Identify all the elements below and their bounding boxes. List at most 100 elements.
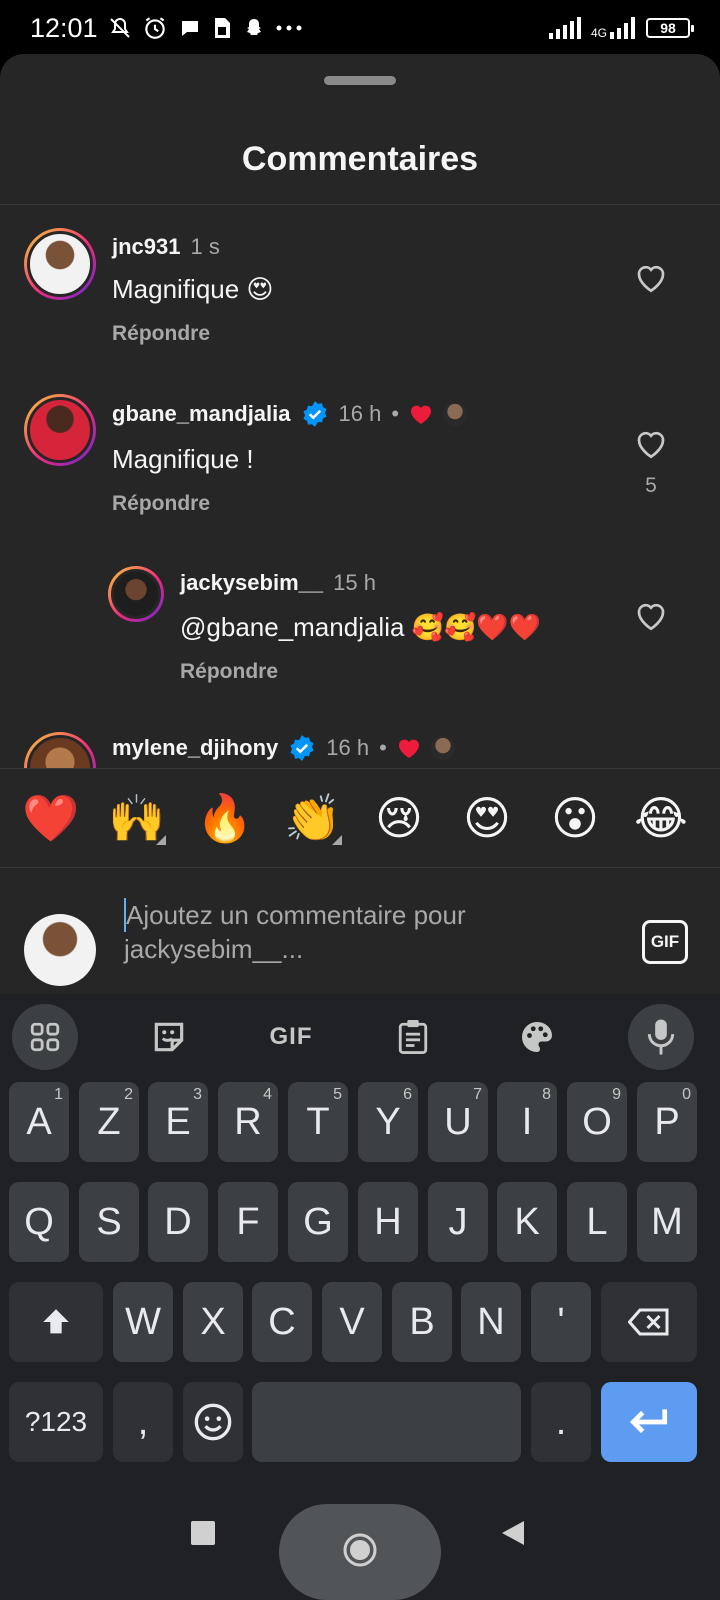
reply-button[interactable]: Répondre — [112, 492, 210, 516]
key-h[interactable]: H — [358, 1182, 418, 1262]
gif-keyboard-button[interactable]: GIF — [258, 1004, 324, 1070]
comment-text: Magnifique ! — [112, 444, 254, 474]
backspace-key[interactable] — [601, 1282, 697, 1362]
separator-dot: • — [391, 401, 400, 426]
key-u[interactable]: U7 — [428, 1082, 488, 1162]
avatar[interactable] — [108, 566, 164, 622]
comment-username[interactable]: gbane_mandjalia — [112, 401, 291, 427]
apps-icon[interactable] — [12, 1004, 78, 1070]
key-d[interactable]: D — [148, 1182, 208, 1262]
reply-button[interactable]: Répondre — [180, 660, 278, 684]
key-hint: 8 — [542, 1086, 551, 1103]
key-c[interactable]: C — [252, 1282, 312, 1362]
comment-list[interactable]: jnc931 1 s Magnifique 😍 Répondre gbane_m… — [0, 206, 720, 804]
period-key[interactable]: . — [531, 1382, 591, 1462]
key-a[interactable]: A1 — [9, 1082, 69, 1162]
home-button[interactable] — [279, 1504, 441, 1600]
shift-key[interactable] — [9, 1282, 103, 1362]
space-key[interactable] — [252, 1382, 521, 1462]
key-b[interactable]: B — [392, 1282, 452, 1362]
key-f[interactable]: F — [218, 1182, 278, 1262]
chat-bubble-icon — [181, 21, 198, 36]
emoji-raised-hands-button[interactable]: 🙌 — [102, 769, 172, 867]
verified-badge-icon — [302, 401, 327, 427]
screen: 12:01 4G 98 Commentaires jnc931 1 s Magn… — [0, 0, 720, 1600]
sheet-drag-handle[interactable] — [324, 76, 396, 85]
key-t[interactable]: T5 — [288, 1082, 348, 1162]
enter-key[interactable] — [601, 1382, 697, 1462]
key-r[interactable]: R4 — [218, 1082, 278, 1162]
key-e[interactable]: E3 — [148, 1082, 208, 1162]
comment-username[interactable]: jackysebim__ — [180, 570, 323, 596]
key-label: Y — [375, 1100, 401, 1143]
emoji-clap-button[interactable]: 👏 — [278, 769, 348, 867]
key-n[interactable]: N — [461, 1282, 521, 1362]
reply-button[interactable]: Répondre — [112, 322, 210, 346]
key-x[interactable]: X — [183, 1282, 243, 1362]
back-button[interactable] — [488, 1508, 538, 1558]
key-j[interactable]: J — [428, 1182, 488, 1262]
key-s[interactable]: S — [79, 1182, 139, 1262]
key-label: E — [165, 1100, 191, 1143]
key-hint: 0 — [682, 1086, 691, 1103]
shift-icon — [43, 1309, 69, 1334]
mic-icon[interactable] — [628, 1004, 694, 1070]
palette-icon[interactable] — [504, 1004, 570, 1070]
key-l[interactable]: L — [567, 1182, 627, 1262]
key-hint: 5 — [333, 1086, 342, 1103]
backspace-icon — [628, 1308, 669, 1336]
comment-time: 16 h — [338, 401, 382, 426]
key-o[interactable]: O9 — [567, 1082, 627, 1162]
comment-input[interactable]: Ajoutez un commentaire pour jackysebim__… — [124, 898, 604, 966]
clipboard-icon[interactable] — [380, 1004, 446, 1070]
key-v[interactable]: V — [322, 1282, 382, 1362]
symbols-key[interactable]: ?123 — [9, 1382, 103, 1462]
sticker-icon[interactable] — [136, 1004, 202, 1070]
own-avatar — [24, 914, 96, 986]
creator-liked-heart-icon — [411, 405, 432, 424]
recents-button[interactable] — [178, 1508, 228, 1558]
key-label: I — [521, 1100, 533, 1143]
key-m[interactable]: M — [637, 1182, 697, 1262]
key-apostrophe[interactable]: ' — [531, 1282, 591, 1362]
network-type: 4G — [590, 26, 607, 40]
battery-icon: 98 — [646, 18, 694, 38]
key-hint: 9 — [612, 1086, 621, 1103]
comment-text: Magnifique 😍 — [112, 274, 274, 304]
comment-text: @gbane_mandjalia 🥰🥰❤️❤️ — [180, 612, 542, 642]
emoji-surprised-button[interactable]: 😮 — [540, 769, 610, 867]
emoji-heart-eyes-button[interactable]: 😍 — [452, 769, 522, 867]
comment-header: gbane_mandjalia 16 h • — [112, 400, 468, 428]
key-i[interactable]: I8 — [497, 1082, 557, 1162]
key-g[interactable]: G — [288, 1182, 348, 1262]
key-q[interactable]: Q — [9, 1182, 69, 1262]
separator-dot: • — [379, 735, 387, 760]
square-icon — [191, 1521, 215, 1545]
emoji-fire-button[interactable]: 🔥 — [190, 769, 260, 867]
key-hint: 2 — [124, 1086, 133, 1103]
avatar[interactable] — [24, 394, 96, 466]
comment-header: jnc931 1 s — [112, 234, 220, 260]
comment-username[interactable]: jnc931 — [112, 234, 181, 260]
emoji-heart-button[interactable]: ❤️ — [16, 769, 86, 867]
gif-button[interactable]: GIF — [642, 920, 688, 964]
creator-avatar-mini — [430, 736, 455, 760]
emoji-crying-button[interactable]: 😢 — [364, 769, 434, 867]
emoji-laughing-button[interactable]: 😂 — [626, 769, 696, 867]
key-k[interactable]: K — [497, 1182, 557, 1262]
comment-username[interactable]: mylene_djihony — [112, 735, 278, 761]
status-right-icons: 4G 98 — [548, 17, 694, 40]
avatar[interactable] — [24, 228, 96, 300]
heart-outline-icon[interactable] — [633, 426, 669, 462]
heart-outline-icon[interactable] — [633, 598, 669, 634]
key-y[interactable]: Y6 — [358, 1082, 418, 1162]
comma-key[interactable]: , — [113, 1382, 173, 1462]
bell-off-icon — [109, 17, 130, 38]
key-w[interactable]: W — [113, 1282, 173, 1362]
emoji-quick-bar: ❤️ 🙌 🔥 👏 😢 😍 😮 😂 — [0, 769, 720, 867]
key-p[interactable]: P0 — [637, 1082, 697, 1162]
emoji-key[interactable] — [183, 1382, 243, 1462]
heart-outline-icon[interactable] — [633, 260, 669, 296]
key-z[interactable]: Z2 — [79, 1082, 139, 1162]
battery-level: 98 — [660, 20, 676, 36]
